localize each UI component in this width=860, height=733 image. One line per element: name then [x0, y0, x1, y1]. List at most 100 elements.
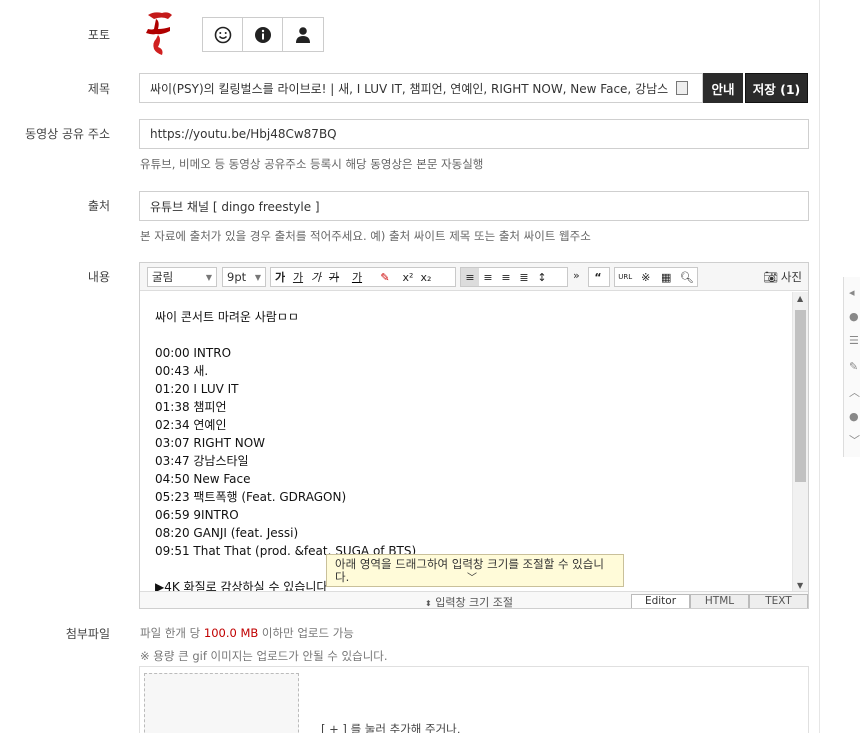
align-center-icon[interactable]: ≡	[479, 268, 497, 286]
chevron-down-icon[interactable]: ﹀	[849, 435, 860, 447]
font-family-value: 굴림	[152, 270, 174, 284]
user-icon[interactable]	[283, 18, 323, 51]
font-size-select[interactable]: 9pt ▼	[222, 267, 266, 287]
editor-line: 08:20 GANJI (feat. Jessi)	[155, 526, 299, 540]
font-color-button[interactable]: 가	[343, 268, 371, 286]
attachment-hint: [ + ] 를 눌러 추가해 주거나,	[321, 722, 461, 733]
tab-editor[interactable]: Editor	[631, 594, 690, 608]
chevron-up-icon[interactable]: ︿	[849, 387, 860, 399]
quote-group: “	[588, 267, 610, 287]
align-justify-icon[interactable]: ≣	[515, 268, 533, 286]
editor-line: 04:50 New Face	[155, 472, 251, 486]
file-drop-zone[interactable]	[144, 673, 299, 733]
page-divider	[819, 0, 820, 733]
title-input[interactable]: 싸이(PSY)의 킬링벌스를 라이브로! | 새, I LUV IT, 챔피언,…	[139, 73, 703, 103]
scroll-down-icon[interactable]: ▼	[797, 581, 803, 590]
editor-line: 00:43 새.	[155, 364, 209, 378]
search-icon[interactable]: 🔍︎	[677, 268, 698, 286]
font-family-select[interactable]: 굴림 ▼	[147, 267, 217, 287]
align-right-icon[interactable]: ≡	[497, 268, 515, 286]
circle-icon[interactable]: ●	[849, 411, 860, 423]
scroll-up-icon[interactable]: ▲	[797, 294, 803, 303]
attachment-area: [ + ] 를 눌러 추가해 주거나,	[139, 666, 809, 733]
title-value: 싸이(PSY)의 킬링벌스를 라이브로! | 새, I LUV IT, 챔피언,…	[150, 81, 669, 96]
special-char-icon[interactable]: ※	[636, 268, 657, 286]
more-icon[interactable]: »	[573, 269, 580, 282]
scroll-thumb[interactable]	[795, 310, 806, 482]
smile-icon[interactable]	[203, 18, 243, 51]
rich-text-editor: 굴림 ▼ 9pt ▼ 가 가 가 가 가 ✎ x² x₂ ≡ ≡ ≡ ≣ ↕ »…	[139, 262, 809, 609]
underline-button[interactable]: 가	[289, 268, 307, 286]
subscript-icon[interactable]: x₂	[417, 268, 435, 286]
guide-button[interactable]: 안내	[703, 73, 743, 103]
editor-line: 02:34 연예인	[155, 418, 227, 432]
pencil-icon[interactable]: ✎	[849, 361, 860, 373]
resize-arrows-icon: ⬍	[425, 599, 432, 608]
clipboard-icon[interactable]	[676, 81, 688, 95]
source-label: 출처	[87, 199, 110, 213]
align-left-icon[interactable]: ≡	[461, 268, 479, 286]
strikethrough-button[interactable]: 가	[325, 268, 343, 286]
editor-line: 00:00 INTRO	[155, 346, 232, 360]
video-url-input[interactable]: https://youtu.be/Hbj48Cw87BQ	[139, 119, 809, 149]
resize-handle[interactable]: ⬍ 입력창 크기 조절 Editor HTML TEXT	[140, 591, 808, 610]
tab-html[interactable]: HTML	[690, 594, 749, 608]
text-style-group: 가 가 가 가 가 ✎ x² x₂	[270, 267, 456, 287]
video-url-help: 유튜브, 비메오 등 동영상 공유주소 등록시 해당 동영상은 본문 자동실행	[140, 157, 484, 171]
dropdown-arrow-icon: ▼	[205, 272, 212, 282]
limit-size: 100.0 MB	[203, 626, 259, 640]
gif-warning: ※ 용량 큰 gif 이미지는 업로드가 안될 수 있습니다.	[140, 649, 388, 663]
resize-tooltip: 아래 영역을 드래그하여 입력창 크기를 조절할 수 있습니다. ﹀	[326, 554, 624, 587]
video-url-label: 동영상 공유 주소	[25, 127, 110, 141]
bold-button[interactable]: 가	[271, 268, 289, 286]
italic-button[interactable]: 가	[307, 268, 325, 286]
editor-toolbar: 굴림 ▼ 9pt ▼ 가 가 가 가 가 ✎ x² x₂ ≡ ≡ ≡ ≣ ↕ »…	[140, 263, 808, 291]
photo-icon-group	[202, 17, 324, 52]
editor-scrollbar[interactable]: ▲ ▼	[792, 292, 808, 592]
title-label: 제목	[87, 82, 110, 96]
save-button[interactable]: 저장 (1)	[745, 73, 808, 103]
editor-line: 01:38 챔피언	[155, 400, 227, 414]
insert-group: URL ※ ▦ 🔍︎	[614, 267, 698, 287]
dropdown-arrow-icon: ▼	[254, 272, 261, 282]
align-group: ≡ ≡ ≡ ≣ ↕	[460, 267, 568, 287]
collapse-left-icon[interactable]: ◂	[849, 287, 860, 299]
editor-line: 05:23 팩트폭행 (Feat. GDRAGON)	[155, 490, 347, 504]
video-url-value: https://youtu.be/Hbj48Cw87BQ	[150, 127, 337, 141]
source-input[interactable]: 유튜브 채널 [ dingo freestyle ]	[139, 191, 809, 221]
camera-icon: 📷︎	[763, 270, 778, 284]
line-height-icon[interactable]: ↕	[533, 268, 551, 286]
quote-icon[interactable]: “	[589, 268, 607, 286]
editor-line: 03:07 RIGHT NOW	[155, 436, 266, 450]
attachment-limit-note: 파일 한개 당 100.0 MB 이하만 업로드 가능	[140, 625, 354, 641]
chevron-down-icon: ﹀	[467, 573, 477, 584]
list-icon[interactable]: ☰	[849, 335, 860, 347]
link-icon[interactable]: URL	[615, 268, 636, 286]
table-icon[interactable]: ▦	[656, 268, 677, 286]
editor-line: 06:59 9INTRO	[155, 508, 239, 522]
highlight-icon[interactable]: ✎	[371, 268, 399, 286]
font-size-value: 9pt	[227, 270, 247, 284]
editor-line: 01:20 I LUV IT	[155, 382, 239, 396]
attachment-label: 첨부파일	[65, 627, 110, 641]
limit-prefix: 파일 한개 당	[140, 626, 204, 640]
tab-text[interactable]: TEXT	[749, 594, 808, 608]
source-help: 본 자료에 출처가 있을 경우 출처를 적어주세요. 예) 출처 싸이트 제목 …	[140, 229, 591, 243]
editor-line: 03:47 강남스타일	[155, 454, 249, 468]
photo-button-label: 사진	[780, 270, 802, 284]
editor-content[interactable]: 싸이 콘서트 마려운 사람ㅁㅁ 00:00 INTRO 00:43 새. 01:20 …	[140, 292, 792, 592]
source-value: 유튜브 채널 [ dingo freestyle ]	[150, 199, 320, 214]
content-label: 내용	[87, 270, 110, 284]
resize-label: ⬍ 입력창 크기 조절	[425, 594, 513, 610]
info-icon[interactable]	[243, 18, 283, 51]
resize-label-text: 입력창 크기 조절	[435, 596, 514, 609]
editor-mode-tabs: Editor HTML TEXT	[631, 594, 808, 608]
comment-icon[interactable]: ●	[849, 311, 860, 323]
photo-upload-button[interactable]: 📷︎ 사진	[763, 269, 802, 285]
limit-suffix: 이하만 업로드 가능	[258, 626, 354, 640]
profile-logo	[140, 7, 178, 59]
superscript-icon[interactable]: x²	[399, 268, 417, 286]
photo-label: 포토	[87, 28, 110, 42]
editor-line: 싸이 콘서트 마려운 사람ㅁㅁ	[155, 310, 299, 324]
